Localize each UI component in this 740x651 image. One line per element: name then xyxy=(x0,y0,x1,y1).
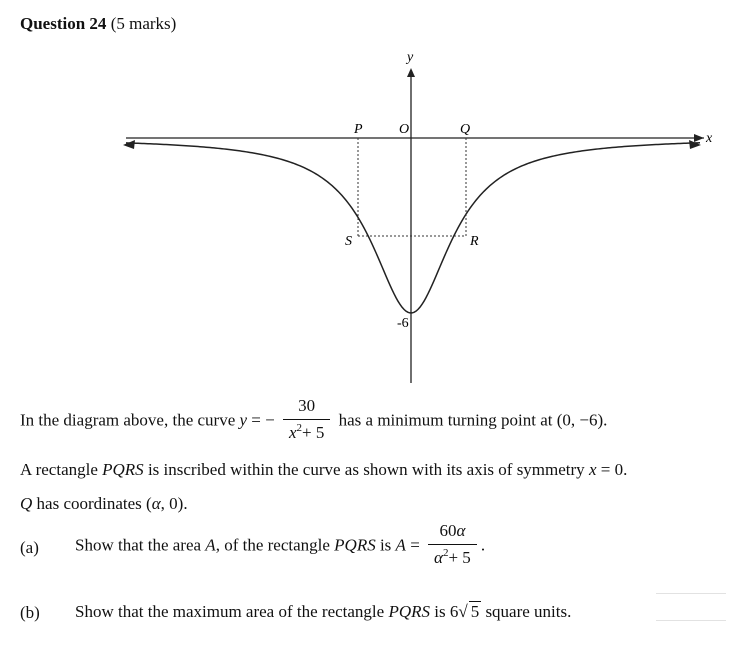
part-b-label: (b) xyxy=(20,603,40,622)
intro-suffix: has a minimum turning point at (0, −6). xyxy=(338,410,608,430)
sqrt-symbol: √ 5 xyxy=(458,601,482,621)
intro-prefix: In the diagram above, the curve xyxy=(20,410,240,430)
curve-diagram: y x P O Q S R -6 xyxy=(123,50,713,383)
area-fraction: 60α α2+ 5 xyxy=(428,521,477,568)
axis-label-y: y xyxy=(405,50,414,65)
axis-label-x: x xyxy=(705,131,713,146)
curve xyxy=(125,142,701,314)
x-axis-arrow-right xyxy=(694,134,704,142)
rect-name: PQRS xyxy=(102,460,144,479)
answer-rule-bottom xyxy=(656,620,726,621)
part-a-text: Show that the area A, of the rectangle P… xyxy=(75,521,486,568)
intro-y-var: y xyxy=(239,410,248,430)
curve-fraction-numerator: 30 xyxy=(282,396,331,420)
point-label-p: P xyxy=(353,122,363,137)
minimum-label: -6 xyxy=(397,316,409,331)
intro-eq: = − xyxy=(247,410,275,430)
curve-arrow-left xyxy=(123,140,135,149)
curve-fraction: 30 x2+ 5 xyxy=(282,396,331,443)
point-label-q: Q xyxy=(460,122,470,137)
q-coordinates-line: Q has coordinates (α, 0). xyxy=(20,494,188,513)
part-b-text: Show that the maximum area of the rectan… xyxy=(75,601,572,621)
area-fraction-denominator: α2+ 5 xyxy=(434,547,471,568)
area-fraction-numerator: 60α xyxy=(428,521,477,545)
rectangle-line: A rectangle PQRS is inscribed within the… xyxy=(20,460,628,479)
point-label-r: R xyxy=(469,234,479,249)
answer-rule-top xyxy=(656,593,726,594)
curve-fraction-denominator: x2+ 5 xyxy=(288,422,325,443)
part-a-label: (a) xyxy=(20,538,39,557)
point-label-s: S xyxy=(345,234,352,249)
intro-line: In the diagram above, the curve y = − 30… xyxy=(20,396,608,445)
y-axis-arrow-up xyxy=(407,68,415,77)
point-label-o: O xyxy=(399,122,409,137)
